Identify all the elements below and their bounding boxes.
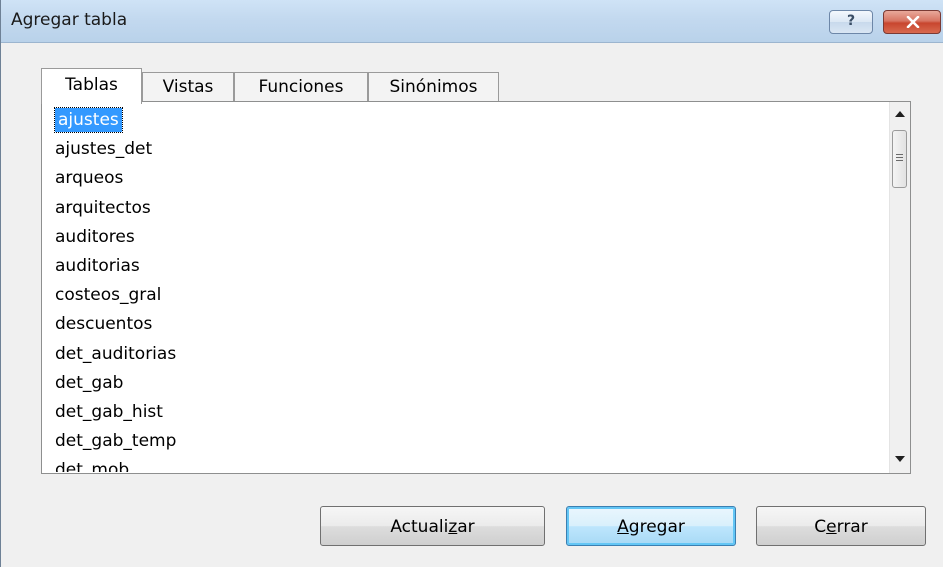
button-label: ar xyxy=(457,517,475,537)
chevron-up-icon xyxy=(895,111,905,117)
button-label: Actuali xyxy=(390,517,449,537)
tab-label: Sinónimos xyxy=(389,77,478,97)
chevron-down-icon xyxy=(895,456,905,462)
tab-vistas[interactable]: Vistas xyxy=(142,72,234,102)
window-title: Agregar tabla xyxy=(11,10,128,30)
list-item[interactable]: descuentos xyxy=(52,310,882,339)
close-button[interactable]: Cerrar xyxy=(756,506,926,546)
list-item[interactable]: auditorias xyxy=(52,252,882,281)
list-item[interactable]: costeos_gral xyxy=(52,281,882,310)
tab-sinonimos[interactable]: Sinónimos xyxy=(368,72,499,102)
list-item-label: det_gab xyxy=(55,372,124,393)
scroll-up-button[interactable] xyxy=(890,104,910,124)
list-item-label: costeos_gral xyxy=(55,285,162,306)
list-item-label: det_mob xyxy=(55,460,130,472)
list-item-label: arquitectos xyxy=(55,197,151,218)
list-item[interactable]: ajustes_det xyxy=(52,135,882,164)
list-item-label: ajustes xyxy=(54,107,123,133)
tab-label: Funciones xyxy=(258,77,344,97)
grip-icon xyxy=(896,154,903,163)
list-item[interactable]: det_auditorias xyxy=(52,340,882,369)
list-item[interactable]: auditores xyxy=(52,223,882,252)
list-item[interactable]: arqueos xyxy=(52,164,882,193)
list-item[interactable]: ajustes xyxy=(52,106,882,135)
button-mnemonic: z xyxy=(448,517,458,537)
button-mnemonic: e xyxy=(826,517,837,537)
list-item-label: arqueos xyxy=(55,168,124,189)
list-item-label: auditores xyxy=(55,226,135,247)
button-label: rrar xyxy=(836,517,868,537)
title-bar[interactable]: Agregar tabla ? xyxy=(1,0,943,43)
table-list[interactable]: ajustes ajustes_detarqueos arquitectos audi… xyxy=(52,106,882,472)
list-item-label: descuentos xyxy=(55,314,153,335)
scroll-thumb[interactable] xyxy=(892,130,907,188)
button-mnemonic: A xyxy=(617,517,629,537)
tab-tablas[interactable]: Tablas xyxy=(41,68,142,104)
refresh-button[interactable]: Actualizar xyxy=(320,506,545,546)
list-item-label: det_gab_temp xyxy=(55,431,177,452)
tables-panel: ajustes ajustes_detarqueos arquitectos audi… xyxy=(41,101,911,474)
help-button[interactable]: ? xyxy=(829,10,873,34)
close-icon xyxy=(906,16,920,28)
tab-label: Vistas xyxy=(162,77,214,97)
list-item-label: auditorias xyxy=(55,255,140,276)
close-window-button[interactable] xyxy=(883,10,941,34)
tab-label: Tablas xyxy=(65,75,118,95)
tab-funciones[interactable]: Funciones xyxy=(234,72,368,102)
add-table-dialog: Agregar tabla ? Tablas Vistas Funciones … xyxy=(0,0,943,567)
help-icon: ? xyxy=(846,13,856,29)
vertical-scrollbar[interactable] xyxy=(889,102,910,473)
list-item[interactable]: arquitectos xyxy=(52,194,882,223)
button-label: C xyxy=(814,517,827,537)
list-item-label: det_auditorias xyxy=(55,343,177,364)
list-item[interactable]: det_gab_temp xyxy=(52,427,882,456)
list-item[interactable]: det_gab_hist xyxy=(52,398,882,427)
list-item[interactable]: det_gab xyxy=(52,369,882,398)
list-item[interactable]: det_mob xyxy=(52,456,882,472)
add-button[interactable]: Agregar xyxy=(566,506,736,546)
list-item-label: det_gab_hist xyxy=(55,401,163,422)
list-item-label: ajustes_det xyxy=(55,139,153,160)
scroll-down-button[interactable] xyxy=(890,449,910,469)
button-label: gregar xyxy=(628,517,685,537)
